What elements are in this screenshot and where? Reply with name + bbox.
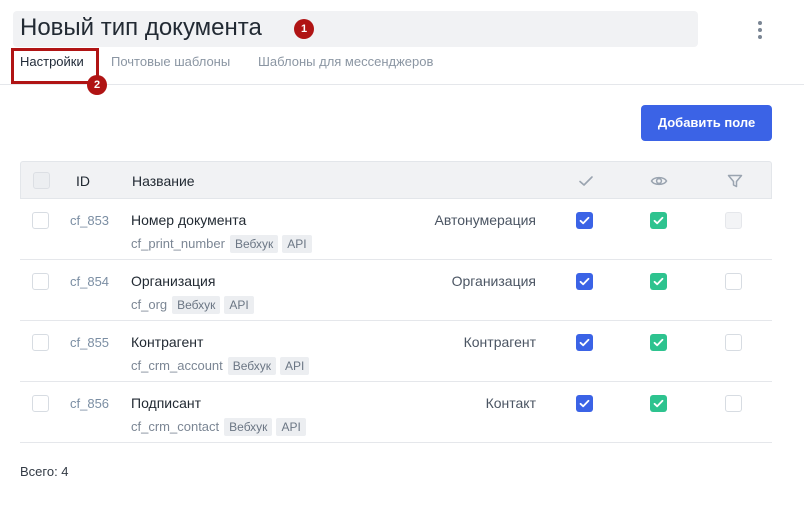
field-id[interactable]: cf_855	[70, 335, 109, 350]
checkmark-icon	[579, 216, 590, 225]
tag-webhook: Вебхук	[224, 417, 273, 436]
field-meta: cf_crm_account Вебхук API	[131, 356, 310, 375]
filter-checkbox[interactable]	[725, 273, 742, 290]
checkmark-icon	[653, 216, 664, 225]
tag-webhook: Вебхук	[227, 356, 277, 375]
checkmark-icon	[579, 399, 590, 408]
more-menu-icon[interactable]	[751, 19, 769, 41]
annotation-badge-1: 1	[294, 19, 314, 39]
column-name: Название	[132, 173, 195, 189]
field-name: Подписант	[131, 395, 202, 411]
row-select-checkbox[interactable]	[32, 212, 49, 229]
field-name: Номер документа	[131, 212, 247, 228]
add-field-button[interactable]: Добавить поле	[641, 105, 772, 141]
field-type: Контакт	[485, 395, 536, 411]
required-checkbox[interactable]	[576, 334, 593, 351]
filter-checkbox	[725, 212, 742, 229]
field-name: Контрагент	[131, 334, 204, 350]
field-type: Контрагент	[463, 334, 536, 350]
tab-bar: Настройки Почтовые шаблоны Шаблоны для м…	[0, 47, 804, 85]
annotation-highlight	[11, 48, 99, 84]
checkmark-icon	[579, 277, 590, 286]
tag-webhook: Вебхук	[172, 295, 221, 314]
visible-checkbox[interactable]	[650, 334, 667, 351]
table-row[interactable]: cf_855 Контрагент cf_crm_account Вебхук …	[20, 321, 772, 382]
row-select-checkbox[interactable]	[32, 273, 49, 290]
required-checkbox[interactable]	[576, 395, 593, 412]
tag-api: API	[280, 356, 310, 375]
field-name: Организация	[131, 273, 216, 289]
tab-messenger-templates[interactable]: Шаблоны для мессенджеров	[258, 54, 433, 70]
select-all-checkbox[interactable]	[33, 172, 50, 189]
visible-checkbox[interactable]	[650, 273, 667, 290]
check-icon	[579, 176, 593, 186]
field-code: cf_print_number	[131, 236, 225, 251]
field-id[interactable]: cf_854	[70, 274, 109, 289]
row-select-checkbox[interactable]	[32, 334, 49, 351]
field-meta: cf_org Вебхук API	[131, 295, 254, 314]
column-id: ID	[76, 173, 90, 189]
table-row[interactable]: cf_854 Организация cf_org Вебхук API Орг…	[20, 260, 772, 321]
filter-checkbox[interactable]	[725, 334, 742, 351]
tag-api: API	[224, 295, 254, 314]
required-checkbox[interactable]	[576, 212, 593, 229]
checkmark-icon	[653, 338, 664, 347]
tag-api: API	[282, 234, 312, 253]
page-title[interactable]: Новый тип документа	[20, 13, 262, 43]
tab-email-templates[interactable]: Почтовые шаблоны	[111, 54, 230, 70]
field-id[interactable]: cf_853	[70, 213, 109, 228]
visible-checkbox[interactable]	[650, 212, 667, 229]
field-code: cf_crm_account	[131, 358, 223, 373]
table-row[interactable]: cf_853 Номер документа cf_print_number В…	[20, 199, 772, 260]
table-row[interactable]: cf_856 Подписант cf_crm_contact Вебхук A…	[20, 382, 772, 443]
checkmark-icon	[653, 399, 664, 408]
field-meta: cf_crm_contact Вебхук API	[131, 417, 306, 436]
table-header: ID Название	[20, 161, 772, 199]
field-type: Автонумерация	[434, 212, 537, 228]
tag-webhook: Вебхук	[229, 234, 279, 253]
checkmark-icon	[653, 277, 664, 286]
tag-api: API	[276, 417, 306, 436]
total-count: Всего: 4	[20, 464, 69, 479]
fields-table: ID Название cf_853 Номер документа cf_pr…	[20, 161, 772, 443]
field-meta: cf_print_number Вебхук API	[131, 234, 312, 253]
annotation-badge-2: 2	[87, 75, 107, 95]
visible-checkbox[interactable]	[650, 395, 667, 412]
filter-checkbox[interactable]	[725, 395, 742, 412]
filter-icon	[727, 174, 743, 188]
required-checkbox[interactable]	[576, 273, 593, 290]
checkmark-icon	[579, 338, 590, 347]
field-code: cf_crm_contact	[131, 419, 220, 434]
row-select-checkbox[interactable]	[32, 395, 49, 412]
field-id[interactable]: cf_856	[70, 396, 109, 411]
field-code: cf_org	[131, 297, 168, 312]
eye-icon	[650, 176, 668, 186]
field-type: Организация	[451, 273, 536, 289]
